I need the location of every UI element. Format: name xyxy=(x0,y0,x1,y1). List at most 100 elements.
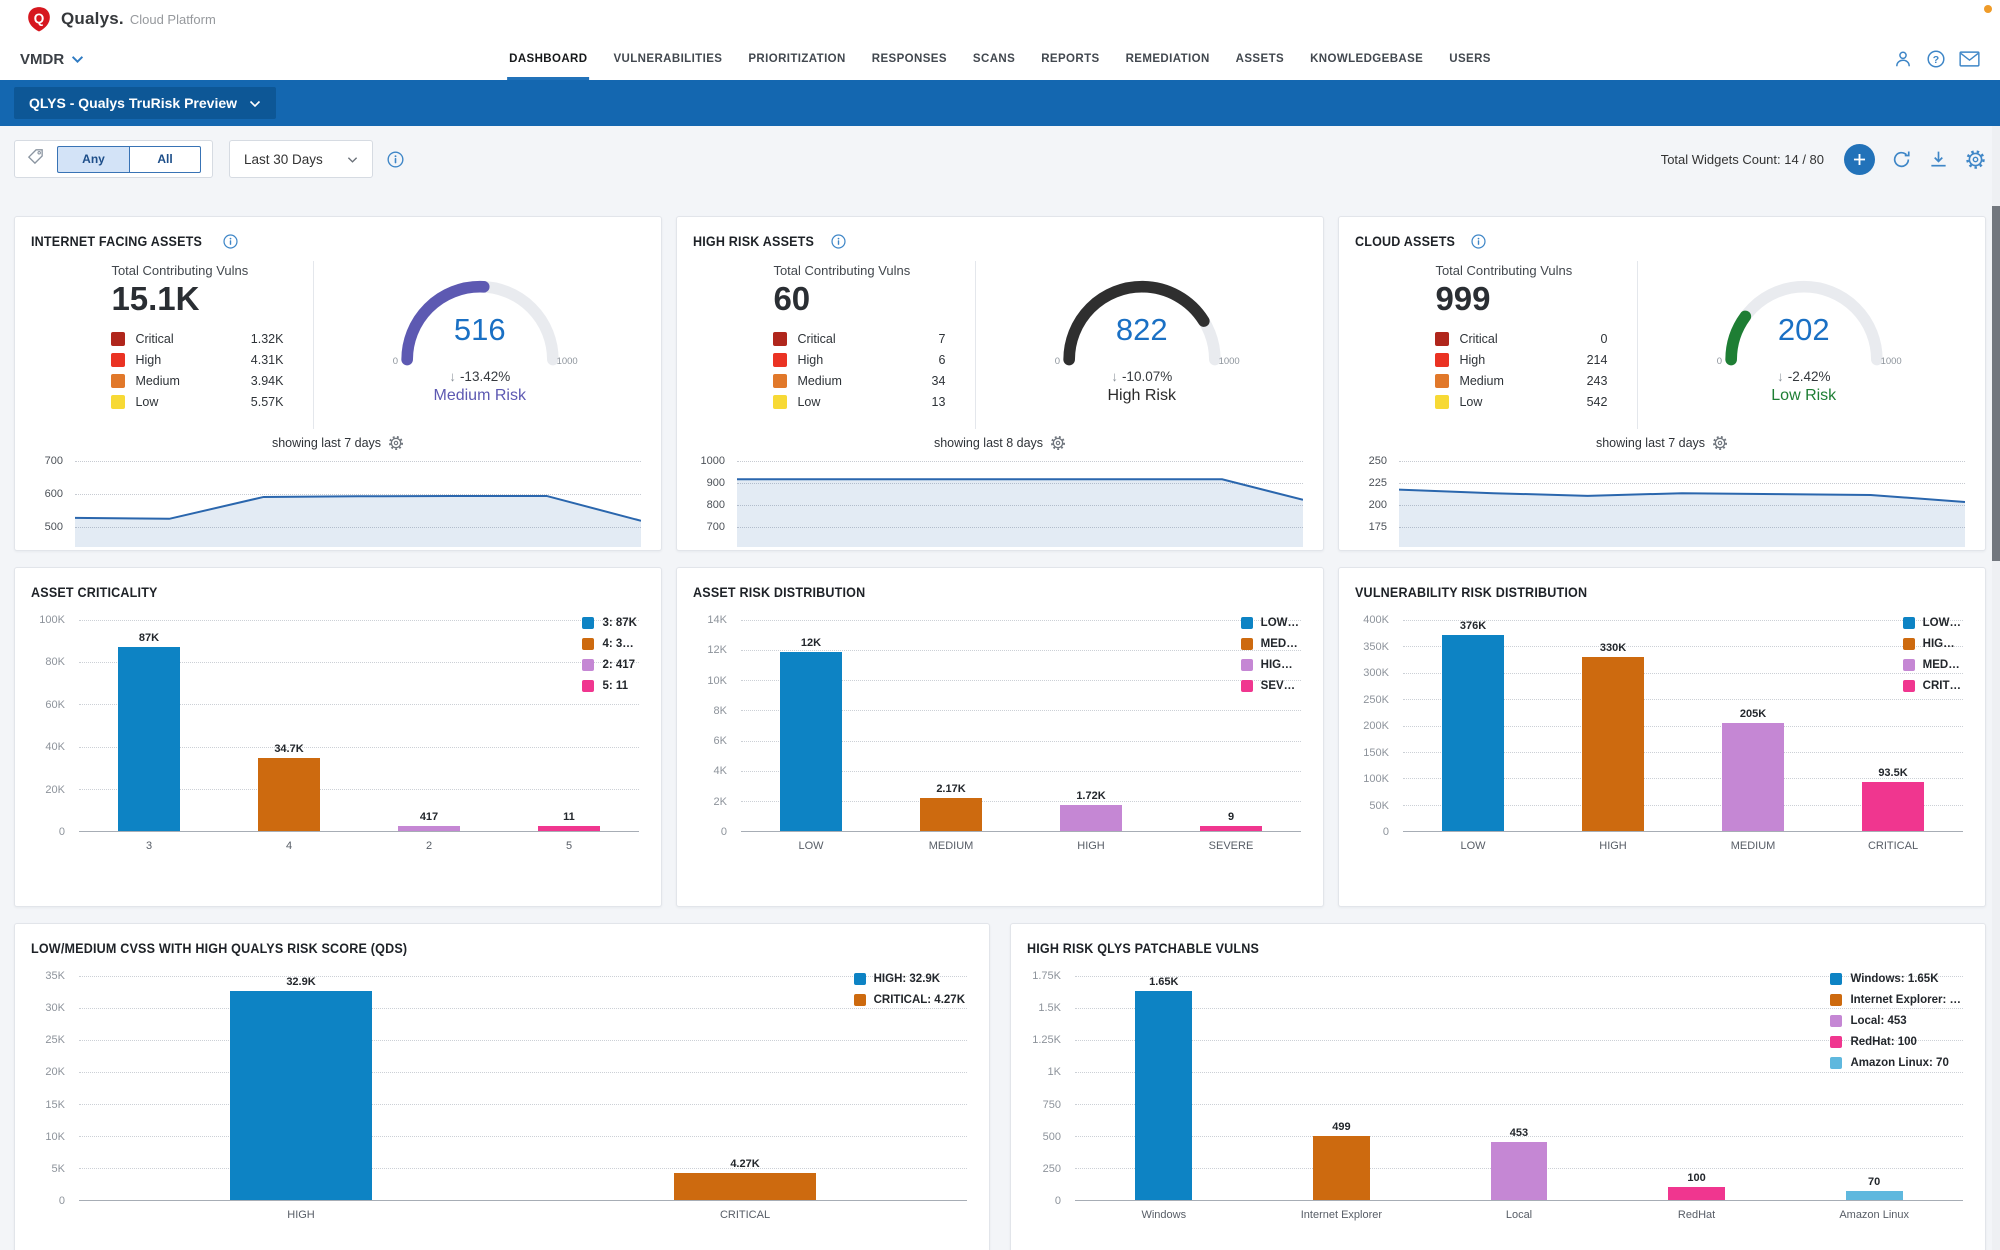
risk-score-gauge: 202 0 1000 ↓-2.42% Low Risk xyxy=(1638,261,1969,429)
legend-item[interactable]: Local: 453 xyxy=(1830,1015,1961,1027)
legend-item[interactable]: MED… xyxy=(1903,659,1961,671)
category-label: Internet Explorer xyxy=(1299,1208,1383,1222)
legend-swatch xyxy=(854,994,866,1006)
bar-low[interactable] xyxy=(1442,635,1504,831)
legend-item[interactable]: CRITICAL: 4.27K xyxy=(854,994,965,1006)
gauge-min-label: 0 xyxy=(1717,356,1722,367)
severity-label: Medium xyxy=(1459,374,1576,388)
legend-item[interactable]: MED… xyxy=(1241,638,1299,650)
legend-item[interactable]: HIG… xyxy=(1241,659,1299,671)
total-vulns-label: Total Contributing Vulns xyxy=(773,263,945,278)
legend-item[interactable]: HIG… xyxy=(1903,638,1961,650)
bar-value: 330K xyxy=(1600,642,1626,654)
help-icon[interactable]: ? xyxy=(1926,49,1946,69)
legend-item[interactable]: HIGH: 32.9K xyxy=(854,973,965,985)
legend-item[interactable]: Amazon Linux: 70 xyxy=(1830,1057,1961,1069)
severity-swatch xyxy=(773,332,787,346)
info-icon[interactable] xyxy=(1471,234,1486,249)
time-range-select[interactable]: Last 30 Days xyxy=(229,140,373,178)
scrollbar-thumb[interactable] xyxy=(1992,206,2000,561)
chart-x-axis: LOWMEDIUMHIGHSEVERE xyxy=(741,832,1301,853)
svg-text:Q: Q xyxy=(34,11,45,26)
nav-tab-remediation[interactable]: REMEDIATION xyxy=(1124,38,1212,80)
bar-windows[interactable] xyxy=(1135,991,1192,1200)
bar-critical[interactable] xyxy=(1862,782,1924,831)
bar-3[interactable] xyxy=(118,647,180,831)
severity-value: 243 xyxy=(1587,374,1608,388)
bar-internet-explorer[interactable] xyxy=(1313,1136,1370,1200)
bar-severe[interactable] xyxy=(1200,826,1262,831)
category-label: SEVERE xyxy=(1189,839,1273,853)
nav-tab-prioritization[interactable]: PRIORITIZATION xyxy=(746,38,847,80)
legend-label: HIG… xyxy=(1923,638,1955,650)
toggle-all[interactable]: All xyxy=(129,146,201,173)
legend-item[interactable]: 3: 87K xyxy=(582,617,637,629)
bar-2[interactable] xyxy=(398,826,460,831)
widget-title: CLOUD ASSETS xyxy=(1355,234,1455,249)
gear-icon[interactable] xyxy=(1712,435,1728,451)
gear-icon[interactable] xyxy=(388,435,404,451)
bar-redhat[interactable] xyxy=(1668,1187,1725,1200)
bar-medium[interactable] xyxy=(1722,723,1784,831)
bar-low[interactable] xyxy=(780,652,842,831)
nav-tab-scans[interactable]: SCANS xyxy=(971,38,1017,80)
category-label: 3 xyxy=(107,839,191,853)
nav-tab-users[interactable]: USERS xyxy=(1447,38,1493,80)
legend-item[interactable]: Internet Explorer: … xyxy=(1830,994,1961,1006)
bar-value: 4.27K xyxy=(730,1158,759,1170)
gear-icon[interactable] xyxy=(1050,435,1066,451)
legend-item[interactable]: RedHat: 100 xyxy=(1830,1036,1961,1048)
add-widget-button[interactable] xyxy=(1844,144,1875,175)
download-icon[interactable] xyxy=(1928,149,1949,170)
chart-x-axis: HIGHCRITICAL xyxy=(79,1201,967,1222)
nav-tab-dashboard[interactable]: DASHBOARD xyxy=(507,38,589,80)
settings-gear-icon[interactable] xyxy=(1965,149,1986,170)
dashboard-selector[interactable]: QLYS - Qualys TruRisk Preview xyxy=(14,87,276,119)
legend-item[interactable]: 4: 3… xyxy=(582,638,637,650)
bar-high[interactable] xyxy=(1582,657,1644,831)
refresh-icon[interactable] xyxy=(1891,149,1912,170)
legend-item[interactable]: CRIT… xyxy=(1903,680,1961,692)
nav-tab-reports[interactable]: REPORTS xyxy=(1039,38,1101,80)
category-label: LOW xyxy=(1431,839,1515,853)
nav-tab-responses[interactable]: RESPONSES xyxy=(870,38,949,80)
widget-title: HIGH RISK ASSETS xyxy=(693,234,814,249)
mail-icon[interactable] xyxy=(1959,50,1980,68)
user-icon[interactable] xyxy=(1893,49,1913,69)
scrollbar-track[interactable] xyxy=(1992,126,2000,1250)
legend-item[interactable]: 5: 11 xyxy=(582,680,637,692)
legend-swatch xyxy=(1241,659,1253,671)
legend-swatch xyxy=(1903,617,1915,629)
info-icon[interactable] xyxy=(831,234,846,249)
info-icon[interactable] xyxy=(387,151,404,168)
legend-item[interactable]: Windows: 1.65K xyxy=(1830,973,1961,985)
bar-amazon-linux[interactable] xyxy=(1846,1191,1903,1200)
info-icon[interactable] xyxy=(223,234,238,249)
total-vulns-value: 15.1K xyxy=(111,281,283,317)
severity-value: 1.32K xyxy=(251,332,284,346)
bar-local[interactable] xyxy=(1491,1142,1548,1200)
legend-item[interactable]: LOW… xyxy=(1241,617,1299,629)
chart-legend: 3: 87K 4: 3… 2: 417 5: 11 xyxy=(582,617,637,692)
toggle-any[interactable]: Any xyxy=(57,146,129,173)
bar-5[interactable] xyxy=(538,826,600,831)
bar-group-low: 12K xyxy=(741,620,881,831)
legend-item[interactable]: 2: 417 xyxy=(582,659,637,671)
bar-high[interactable] xyxy=(230,991,372,1200)
risk-level-label: Low Risk xyxy=(1771,387,1836,405)
nav-tab-knowledgebase[interactable]: KNOWLEDGEBASE xyxy=(1308,38,1425,80)
module-selector[interactable]: VMDR xyxy=(20,51,84,68)
legend-item[interactable]: LOW… xyxy=(1903,617,1961,629)
bar-4[interactable] xyxy=(258,758,320,831)
legend-item[interactable]: SEV… xyxy=(1241,680,1299,692)
bar-critical[interactable] xyxy=(674,1173,816,1200)
nav-tab-assets[interactable]: ASSETS xyxy=(1234,38,1286,80)
legend-label: RedHat: 100 xyxy=(1850,1036,1916,1048)
nav-tab-vulnerabilities[interactable]: VULNERABILITIES xyxy=(611,38,724,80)
bar-high[interactable] xyxy=(1060,805,1122,831)
legend-label: Windows: 1.65K xyxy=(1850,973,1938,985)
arrow-down-icon: ↓ xyxy=(449,369,456,384)
bar-medium[interactable] xyxy=(920,798,982,831)
legend-swatch xyxy=(1830,973,1842,985)
chart-x-axis: 3425 xyxy=(79,832,639,853)
